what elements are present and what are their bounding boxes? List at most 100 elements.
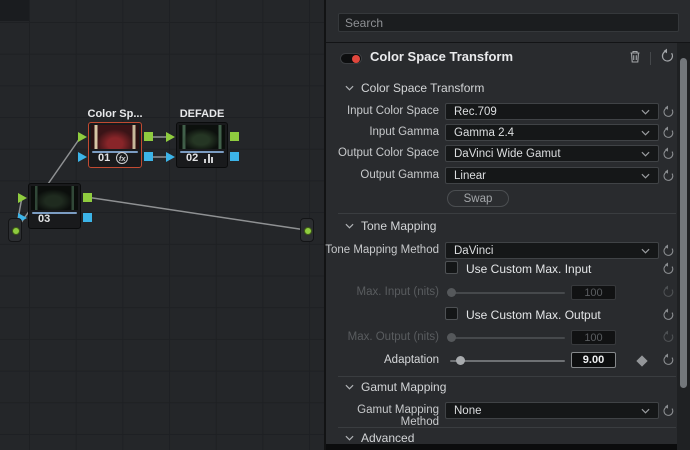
selected-value: Gamma 2.4 <box>454 127 514 139</box>
node-01-number: 01 <box>98 152 110 164</box>
node-02-bar: 02 <box>179 151 225 165</box>
panel-scrollbar-thumb[interactable] <box>680 58 687 388</box>
row-input-gamma: Input Gamma Gamma 2.4 <box>326 124 690 141</box>
histogram-icon <box>204 154 213 163</box>
reset-button[interactable] <box>661 353 675 372</box>
input-color-space-select[interactable]: Rec.709 <box>445 103 659 120</box>
chevron-down-icon <box>345 223 354 229</box>
reset-button[interactable] <box>661 169 675 188</box>
node-02-output-key-port[interactable] <box>230 152 239 161</box>
section-title: Advanced <box>361 431 414 445</box>
node-02-input-rgb-port[interactable] <box>166 132 175 142</box>
panel-scrollbar-track[interactable] <box>677 43 690 450</box>
chevron-down-icon <box>345 435 354 441</box>
selected-value: DaVinci <box>454 245 493 257</box>
chevron-down-icon <box>641 173 650 179</box>
swap-button[interactable]: Swap <box>447 190 509 207</box>
node-03-output-key-port[interactable] <box>83 213 92 222</box>
node-01-output-rgb-port[interactable] <box>144 132 153 141</box>
plugin-header: Color Space Transform <box>326 44 690 70</box>
delete-button[interactable] <box>628 49 642 69</box>
field-label: Max. Output (nits) <box>320 331 439 343</box>
node-03-thumbnail <box>31 186 78 210</box>
field-label: Max. Input (nits) <box>320 286 439 298</box>
chevron-down-icon <box>641 151 650 157</box>
source-node[interactable] <box>8 218 22 242</box>
max-input-slider-knob[interactable] <box>447 288 456 297</box>
max-output-slider-track[interactable] <box>450 337 565 339</box>
row-tone-mapping-method: Tone Mapping Method DaVinci <box>326 242 690 259</box>
field-label: Input Color Space <box>320 105 439 117</box>
node-02-output-rgb-port[interactable] <box>230 132 239 141</box>
chevron-down-icon <box>345 384 354 390</box>
node-01-input-key-port[interactable] <box>78 152 87 162</box>
use-custom-max-input-checkbox[interactable] <box>445 261 458 274</box>
node-01-bar: 01 fx <box>91 151 139 165</box>
row-use-custom-max-input: Use Custom Max. Input <box>326 261 690 276</box>
reset-button[interactable] <box>661 330 675 349</box>
node-01-input-rgb-port[interactable] <box>78 132 87 142</box>
reset-icon <box>659 48 675 64</box>
node-01-color-space-transform[interactable]: Color Sp... 01 fx <box>88 122 142 168</box>
input-gamma-select[interactable]: Gamma 2.4 <box>445 124 659 141</box>
chevron-down-icon <box>345 85 354 91</box>
node-03-input-rgb-port[interactable] <box>18 193 27 203</box>
section-divider <box>338 213 676 214</box>
max-output-value[interactable]: 100 <box>571 330 616 345</box>
row-adaptation: Adaptation 9.00 <box>326 351 690 368</box>
section-tone-mapping[interactable]: Tone Mapping <box>345 219 436 233</box>
toggle-knob <box>352 55 360 63</box>
node-01-output-key-port[interactable] <box>144 152 153 161</box>
plugin-title: Color Space Transform <box>370 49 513 64</box>
node-graph-canvas[interactable]: Color Sp... 01 fx DEFADE 02 03 <box>0 0 324 450</box>
max-input-slider-track[interactable] <box>450 292 565 294</box>
node-02-number: 02 <box>186 152 198 164</box>
reset-button[interactable] <box>661 147 675 166</box>
section-title: Tone Mapping <box>361 219 436 233</box>
checkbox-label: Use Custom Max. Input <box>466 262 591 276</box>
reset-button[interactable] <box>661 308 675 327</box>
adaptation-slider-track[interactable] <box>450 360 565 362</box>
reset-button[interactable] <box>661 262 675 281</box>
section-divider <box>338 427 676 428</box>
output-node[interactable] <box>300 218 314 242</box>
reset-button[interactable] <box>661 285 675 304</box>
reset-button[interactable] <box>661 126 675 145</box>
selected-value: None <box>454 405 482 417</box>
max-input-value[interactable]: 100 <box>571 285 616 300</box>
node-03-number: 03 <box>38 213 50 225</box>
node-02-defade[interactable]: DEFADE 02 <box>176 122 228 168</box>
reset-button[interactable] <box>661 404 675 423</box>
field-label: Input Gamma <box>320 126 439 138</box>
keyframe-diamond-icon[interactable] <box>636 355 647 366</box>
node-03-output-rgb-port[interactable] <box>83 193 92 202</box>
panel-bottom-edge <box>326 444 690 450</box>
reset-button[interactable] <box>661 105 675 124</box>
section-gamut-mapping[interactable]: Gamut Mapping <box>345 380 446 394</box>
adaptation-slider-knob[interactable] <box>456 356 465 365</box>
search-input[interactable] <box>338 13 679 32</box>
max-output-slider-knob[interactable] <box>447 333 456 342</box>
section-color-space-transform[interactable]: Color Space Transform <box>345 81 484 95</box>
gamut-mapping-method-select[interactable]: None <box>445 402 659 419</box>
node-03[interactable]: 03 <box>28 183 81 229</box>
adaptation-value[interactable]: 9.00 <box>571 352 616 368</box>
field-label: Output Gamma <box>320 169 439 181</box>
section-divider <box>338 376 676 377</box>
chevron-down-icon <box>641 130 650 136</box>
use-custom-max-output-checkbox[interactable] <box>445 307 458 320</box>
enable-toggle[interactable] <box>340 53 362 64</box>
reset-all-button[interactable] <box>659 48 675 69</box>
wire-node3-to-output <box>86 197 306 230</box>
header-separator <box>650 52 651 65</box>
row-max-input: Max. Input (nits) 100 <box>326 284 690 300</box>
row-gamut-mapping-method: Gamut Mapping Method None <box>326 402 690 419</box>
output-gamma-select[interactable]: Linear <box>445 167 659 184</box>
tone-mapping-method-select[interactable]: DaVinci <box>445 242 659 259</box>
effects-settings-panel: Color Space Transform Color Space Transf… <box>324 0 690 450</box>
section-advanced[interactable]: Advanced <box>345 431 414 445</box>
node-02-input-key-port[interactable] <box>166 152 175 162</box>
source-node-dot <box>12 227 20 235</box>
output-color-space-select[interactable]: DaVinci Wide Gamut <box>445 145 659 162</box>
section-title: Gamut Mapping <box>361 380 446 394</box>
